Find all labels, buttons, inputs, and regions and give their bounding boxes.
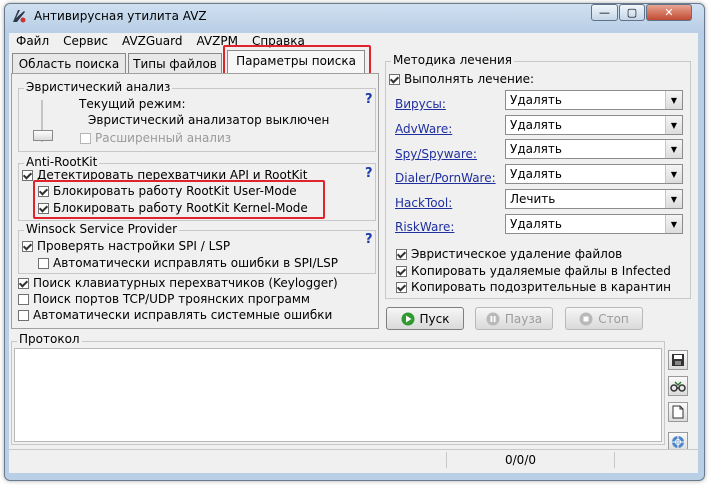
autofix-spi-lsp-checkbox[interactable]: Автоматически исправлять ошибки в SPI/LS… — [38, 256, 338, 270]
chevron-down-icon: ▼ — [665, 165, 682, 183]
play-icon — [401, 312, 414, 325]
start-button[interactable]: Пуск — [386, 307, 464, 330]
tab-file-types[interactable]: Типы файлов — [128, 53, 222, 73]
trojan-ports-checkbox[interactable]: Поиск портов TCP/UDP троянских программ — [18, 292, 310, 306]
protocol-log-area[interactable] — [14, 348, 662, 442]
pause-icon — [486, 312, 500, 325]
autofix-system-errors-checkbox[interactable]: Автоматически исправлять системные ошибк… — [18, 308, 332, 322]
tab-search-area[interactable]: Область поиска — [12, 53, 126, 73]
highlight-rootkit-options — [33, 180, 325, 219]
stop-button[interactable]: Стоп — [565, 307, 643, 330]
extended-analysis-checkbox[interactable]: Расширенный анализ — [80, 131, 231, 145]
chevron-down-icon: ▼ — [665, 140, 682, 158]
glasses-icon — [670, 381, 686, 392]
status-bar: 0/0/0 — [9, 449, 698, 470]
perform-treatment-checkbox[interactable]: Выполнять лечение: — [389, 72, 534, 86]
dialer-link[interactable]: Dialer/PornWare: — [395, 171, 496, 185]
copy-quarantine-box[interactable] — [396, 281, 407, 293]
riskware-link[interactable]: RiskWare: — [395, 220, 454, 234]
autofix-spi-lsp-box[interactable] — [38, 257, 49, 269]
detect-api-box[interactable] — [22, 169, 33, 181]
check-spi-lsp-box[interactable] — [22, 240, 33, 252]
close-icon: ✕ — [664, 6, 674, 19]
spyware-link[interactable]: Spy/Spyware: — [395, 147, 477, 161]
advware-action-select[interactable]: Удалять ▼ — [505, 115, 683, 135]
window-title: Антивирусная утилита AVZ — [34, 9, 207, 23]
copy-infected-box[interactable] — [396, 265, 407, 277]
viruses-link[interactable]: Вирусы: — [395, 97, 446, 111]
viruses-action-select[interactable]: Удалять ▼ — [505, 90, 683, 110]
chevron-down-icon: ▼ — [665, 91, 682, 109]
treatment-group-title: Методика лечения — [391, 53, 514, 67]
minimize-icon: — — [599, 6, 610, 19]
dialer-action-select[interactable]: Удалять ▼ — [505, 164, 683, 184]
menu-avzguard[interactable]: AVZGuard — [115, 33, 189, 50]
perform-treatment-box[interactable] — [389, 73, 400, 85]
autofix-system-errors-box[interactable] — [18, 309, 29, 321]
winsock-group-title: Winsock Service Provider — [24, 222, 180, 236]
copy-quarantine-checkbox[interactable]: Копировать подозрительные в карантин — [396, 280, 671, 294]
advware-link[interactable]: AdvWare: — [395, 122, 452, 136]
check-spi-lsp-checkbox[interactable]: Проверять настройки SPI / LSP — [22, 239, 230, 253]
hacktool-action-select[interactable]: Лечить ▼ — [505, 189, 683, 209]
protocol-group-title: Протокол — [17, 332, 82, 346]
menu-file[interactable]: Файл — [9, 33, 56, 50]
riskware-action-select[interactable]: Удалять ▼ — [505, 214, 683, 234]
hacktool-link[interactable]: HackTool: — [395, 196, 452, 210]
close-button[interactable]: ✕ — [646, 4, 692, 21]
copy-infected-checkbox[interactable]: Копировать удаляемые файлы в Infected — [396, 264, 671, 278]
chevron-down-icon: ▼ — [665, 215, 682, 233]
winsock-help-icon[interactable]: ? — [365, 232, 373, 247]
pause-button[interactable]: Пауза — [475, 307, 553, 330]
save-log-button[interactable] — [668, 350, 688, 370]
title-bar: Антивирусная утилита AVZ — [10, 6, 207, 26]
heuristic-group-title: Эвристический анализ — [24, 80, 173, 94]
floppy-disk-icon — [672, 354, 684, 366]
heuristic-mode-value: Эвристический анализатор выключен — [88, 113, 330, 127]
avz-app-icon — [13, 10, 26, 23]
minimize-button[interactable]: — — [591, 4, 618, 21]
keylogger-search-box[interactable] — [18, 277, 29, 289]
heuristic-delete-box[interactable] — [396, 248, 407, 260]
heuristic-help-icon[interactable]: ? — [365, 92, 373, 107]
extended-analysis-box[interactable] — [80, 132, 91, 144]
status-counter: 0/0/0 — [505, 453, 536, 467]
heuristic-level-slider[interactable] — [31, 100, 53, 142]
heuristic-delete-checkbox[interactable]: Эвристическое удаление файлов — [396, 247, 622, 261]
trojan-ports-box[interactable] — [18, 293, 29, 305]
document-icon — [672, 405, 684, 419]
stop-icon — [579, 312, 593, 325]
spyware-action-select[interactable]: Удалять ▼ — [505, 139, 683, 159]
maximize-icon: ▢ — [626, 6, 638, 19]
maximize-button[interactable]: ▢ — [619, 4, 645, 21]
network-icon — [672, 436, 684, 448]
chevron-down-icon: ▼ — [665, 116, 682, 134]
chevron-down-icon: ▼ — [665, 190, 682, 208]
glasses-view-button[interactable] — [668, 376, 688, 396]
antirootkit-help-icon[interactable]: ? — [365, 166, 373, 181]
document-button[interactable] — [668, 402, 688, 422]
menu-service[interactable]: Сервис — [56, 33, 115, 50]
heuristic-mode-label: Текущий режим: — [79, 97, 186, 111]
highlight-tab — [223, 45, 371, 76]
keylogger-search-checkbox[interactable]: Поиск клавиатурных перехватчиков (Keylog… — [18, 276, 338, 290]
antirootkit-group-title: Anti-RootKit — [24, 155, 100, 169]
